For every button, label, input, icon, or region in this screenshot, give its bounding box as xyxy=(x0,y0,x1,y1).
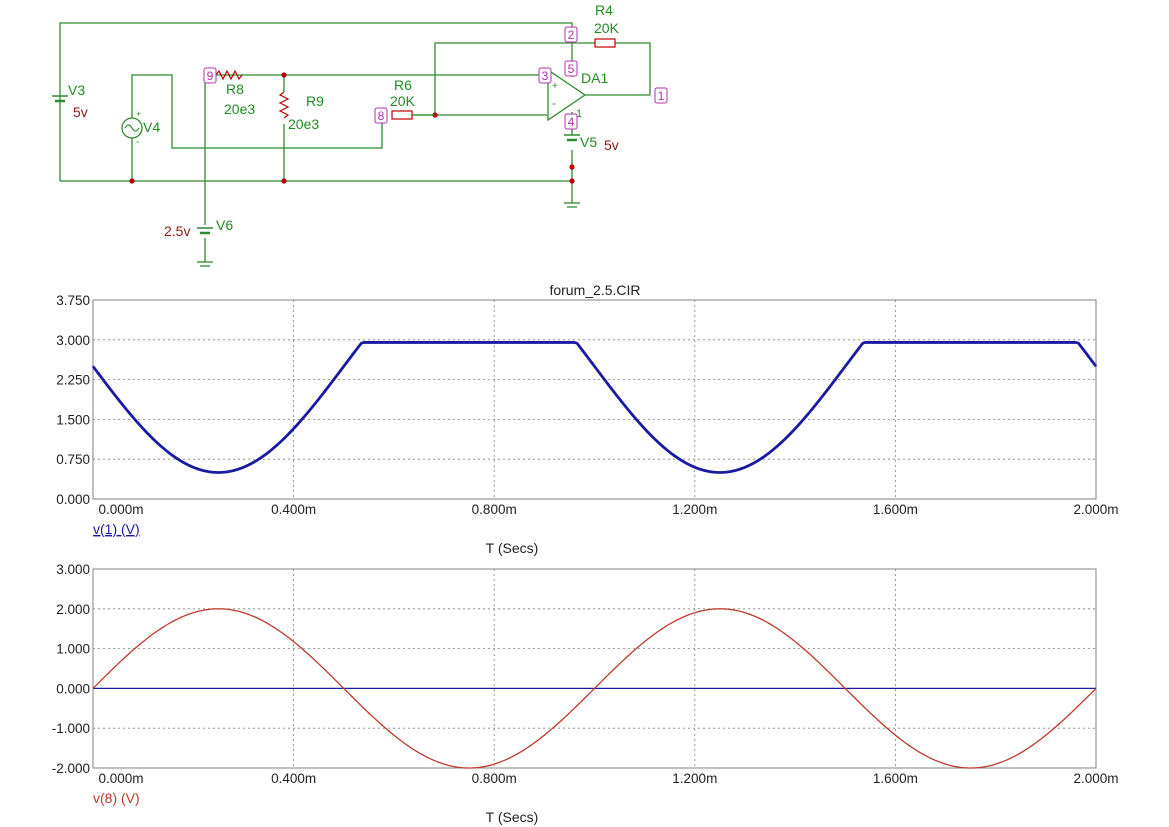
y-tick-label: 1.000 xyxy=(56,642,90,657)
plot-v8-yticks: -2.000 -1.000 0.000 1.000 2.000 3.000 xyxy=(52,562,90,776)
x-tick-label: 2.000m xyxy=(1073,502,1118,517)
y-tick-label: 2.250 xyxy=(56,373,90,388)
plot-v8-xticks: 0.000m 0.400m 0.800m 1.200m 1.600m 2.000m xyxy=(98,771,1118,786)
y-tick-label: 1.500 xyxy=(56,412,90,427)
y-tick-label: 0.000 xyxy=(56,681,90,696)
waveform-plots: forum_2.5.CIR 0.000 0.750 1.500 2.250 3.000 3… xyxy=(52,282,1119,825)
y-tick-label: -2.000 xyxy=(52,761,90,776)
plot-v1-grid xyxy=(93,300,1096,499)
plot-v8-frame xyxy=(92,568,1097,769)
legend-v1[interactable]: v(1) (V) xyxy=(93,521,140,537)
x-tick-label: 0.800m xyxy=(472,771,517,786)
x-tick-label: 0.000m xyxy=(98,771,143,786)
x-tick-label: 1.600m xyxy=(873,771,918,786)
x-tick-label: 1.600m xyxy=(873,502,918,517)
plot-v1-xticks: 0.000m 0.400m 0.800m 1.200m 1.600m 2.000m xyxy=(98,502,1118,517)
y-tick-label: 0.000 xyxy=(56,492,90,507)
plot-v8-xlabel: T (Secs) xyxy=(486,809,539,825)
x-tick-label: 2.000m xyxy=(1073,771,1118,786)
y-tick-label: -1.000 xyxy=(52,721,90,736)
plot-v1-series xyxy=(91,341,1098,474)
y-tick-label: 2.000 xyxy=(56,602,90,617)
x-tick-label: 0.800m xyxy=(472,502,517,517)
y-tick-label: 3.000 xyxy=(56,562,90,577)
legend-v8[interactable]: v(8) (V) xyxy=(93,790,140,806)
plot-v1-frame xyxy=(92,299,1097,500)
x-tick-label: 0.400m xyxy=(271,502,316,517)
plot-v1-yticks: 0.000 0.750 1.500 2.250 3.000 3.750 xyxy=(56,293,90,507)
y-tick-label: 3.000 xyxy=(56,333,90,348)
x-tick-label: 0.400m xyxy=(271,771,316,786)
x-tick-label: 1.200m xyxy=(672,502,717,517)
y-tick-label: 0.750 xyxy=(56,452,90,467)
plot-v1-xlabel: T (Secs) xyxy=(486,540,539,556)
series-line xyxy=(91,341,1098,474)
y-tick-label: 3.750 xyxy=(56,293,90,308)
plot-v8: -2.000-1.0000.0001.0002.0003.000 0.000m 0… xyxy=(52,562,1119,825)
plot-v1: forum_2.5.CIR 0.000 0.750 1.500 2.250 3.000 3… xyxy=(56,282,1118,556)
x-tick-label: 0.000m xyxy=(98,502,143,517)
x-tick-label: 1.200m xyxy=(672,771,717,786)
chart-title: forum_2.5.CIR xyxy=(549,282,640,298)
plot-v8-grid xyxy=(93,569,1096,768)
